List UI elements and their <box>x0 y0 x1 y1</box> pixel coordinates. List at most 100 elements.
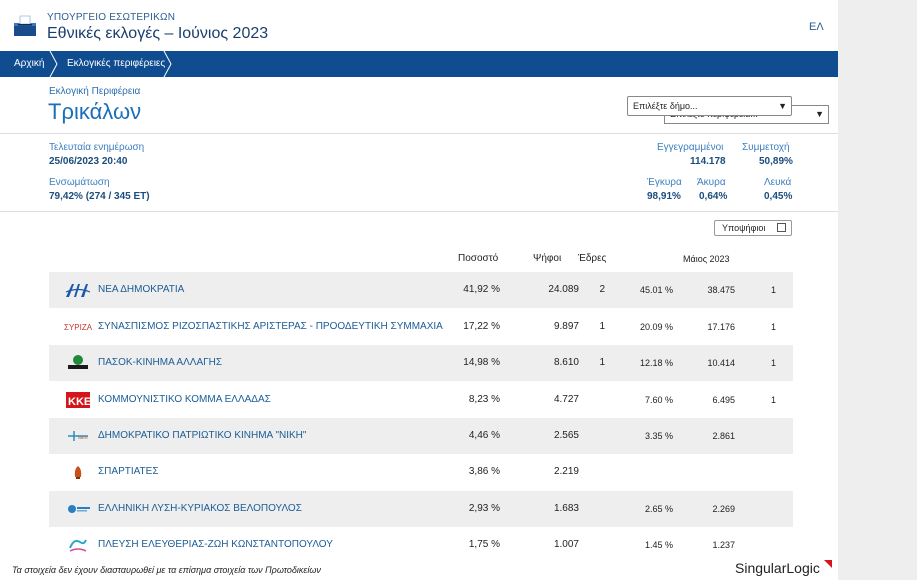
may-seats: 1 <box>770 395 776 405</box>
vote-percent: 17,22 % <box>463 321 500 332</box>
table-row[interactable]: ΠΛΕΥΣΗ ΕΛΕΥΘΕΡΙΑΣ-ΖΩΗ ΚΩΝΣΤΑΝΤΟΠΟΥΛΟΥ 1,… <box>49 527 793 563</box>
turnout-label: Συμμετοχή <box>742 142 790 153</box>
may-votes: 2.269 <box>712 504 735 514</box>
table-row[interactable]: ΝΕΑ ΔΗΜΟΚΡΑΤΙΑ 41,92 % 24.089 2 45.01 % … <box>49 272 793 308</box>
party-name[interactable]: ΝΕΑ ΔΗΜΟΚΡΑΤΙΑ <box>98 284 184 295</box>
region-label: Εκλογική Περιφέρεια <box>49 86 141 97</box>
vote-count: 1.007 <box>553 539 579 550</box>
page-title: Εθνικές εκλογές – Ιούνιος 2023 <box>47 25 269 42</box>
header-may-2023: Μάιος 2023 <box>683 254 730 264</box>
vote-percent: 8,23 % <box>468 394 500 405</box>
turnout-value: 50,89% <box>759 156 793 167</box>
may-percent: 7.60 % <box>644 395 673 405</box>
blank-value: 0,45% <box>764 191 793 202</box>
divider <box>0 211 838 212</box>
seat-count: 1 <box>599 357 605 368</box>
svg-text:ΣΥΡΙΖΑ: ΣΥΡΙΖΑ <box>64 323 92 332</box>
party-name[interactable]: ΠΑΣΟΚ-ΚΙΝΗΜΑ ΑΛΛΑΓΗΣ <box>98 357 222 368</box>
region-name: Τρικάλων <box>48 99 142 124</box>
ballot-box-icon <box>14 15 36 36</box>
vote-count: 9.897 <box>553 321 579 332</box>
may-percent: 12.18 % <box>639 358 673 368</box>
vote-percent: 3,86 % <box>468 466 500 477</box>
page-frame: ΥΠΟΥΡΓΕΙΟ ΕΣΩΤΕΡΙΚΩΝ Εθνικές εκλογές – Ι… <box>0 0 838 580</box>
last-update-label: Τελευταία ενημέρωση <box>49 142 145 153</box>
may-votes: 1.237 <box>712 540 735 550</box>
header-seats: Έδρες <box>578 253 607 264</box>
may-seats: 1 <box>770 322 776 332</box>
breadcrumb-home[interactable]: Αρχική <box>14 51 44 77</box>
vote-count: 2.565 <box>553 430 579 441</box>
party-name[interactable]: ΣΥΝΑΣΠΙΣΜΟΣ ΡΙΖΟΣΠΑΣΤΙΚΗΣ ΑΡΙΣΤΕΡΑΣ - ΠΡ… <box>98 321 443 332</box>
chevron-down-icon: ▼ <box>815 109 824 119</box>
may-percent: 1.45 % <box>644 540 673 550</box>
candidates-checkbox[interactable] <box>777 223 786 232</box>
municipality-select-value: Επιλέξτε δήμο... <box>633 101 698 111</box>
vote-count: 24.089 <box>548 284 579 295</box>
ministry-label: ΥΠΟΥΡΓΕΙΟ ΕΣΩΤΕΡΙΚΩΝ <box>47 12 176 23</box>
seat-count: 2 <box>599 284 605 295</box>
party-name[interactable]: ΚΟΜΜΟΥΝΙΣΤΙΚΟ ΚΟΜΜΑ ΕΛΛΑΔΑΣ <box>98 394 271 405</box>
table-row[interactable]: ΕΛΛΗΝΙΚΗ ΛΥΣΗ-ΚΥΡΙΑΚΟΣ ΒΕΛΟΠΟΥΛΟΣ 2,93 %… <box>49 491 793 527</box>
vote-percent: 1,75 % <box>468 539 500 550</box>
elliniki-lysi-logo-icon <box>68 505 90 513</box>
may-votes: 17.176 <box>707 322 735 332</box>
last-update-value: 25/06/2023 20:40 <box>49 156 128 167</box>
spartiates-logo-icon <box>74 466 82 479</box>
table-row[interactable]: ΚΚΕ ΚΟΜΜΟΥΝΙΣΤΙΚΟ ΚΟΜΜΑ ΕΛΛΑΔΑΣ 8,23 % 4… <box>49 382 793 418</box>
plefsi-logo-icon <box>69 539 87 552</box>
table-row[interactable]: ΝΙΚΗ ΔΗΜΟΚΡΑΤΙΚΟ ΠΑΤΡΙΩΤΙΚΟ ΚΙΝΗΜΑ "ΝΙΚΗ… <box>49 418 793 454</box>
may-percent: 3.35 % <box>644 431 673 441</box>
party-name[interactable]: ΠΛΕΥΣΗ ΕΛΕΥΘΕΡΙΑΣ-ΖΩΗ ΚΩΝΣΤΑΝΤΟΠΟΥΛΟΥ <box>98 539 333 550</box>
pasok-logo-icon <box>68 355 88 369</box>
breadcrumb-regions[interactable]: Εκλογικές περιφέρειες <box>67 51 165 77</box>
seat-count: 1 <box>599 321 605 332</box>
may-votes: 10.414 <box>707 358 735 368</box>
invalid-value: 0,64% <box>699 191 728 202</box>
may-votes: 2.861 <box>712 431 735 441</box>
municipality-select[interactable]: Επιλέξτε δήμο... ▼ <box>627 96 792 116</box>
brand-mark-icon <box>823 560 832 568</box>
side-panel <box>838 0 917 580</box>
integration-label: Ενσωμάτωση <box>49 177 110 188</box>
vote-count: 4.727 <box>553 394 579 405</box>
disclaimer-note: Τα στοιχεία δεν έχουν διασταυρωθεί με τα… <box>12 565 321 575</box>
may-percent: 20.09 % <box>639 322 673 332</box>
svg-text:ΚΚΕ: ΚΚΕ <box>68 396 91 408</box>
candidates-toggle-label: Υποψήφιοι <box>722 223 766 233</box>
valid-value: 98,91% <box>647 191 681 202</box>
party-name[interactable]: ΔΗΜΟΚΡΑΤΙΚΟ ΠΑΤΡΙΩΤΙΚΟ ΚΙΝΗΜΑ "ΝΙΚΗ" <box>98 430 306 441</box>
may-seats: 1 <box>770 285 776 295</box>
header-votes: Ψήφοι <box>533 253 562 264</box>
vote-count: 2.219 <box>553 466 579 477</box>
invalid-label: Άκυρα <box>697 177 726 188</box>
blank-label: Λευκά <box>764 177 792 188</box>
registered-value: 114.178 <box>690 156 726 167</box>
site-header: ΥΠΟΥΡΓΕΙΟ ΕΣΩΤΕΡΙΚΩΝ Εθνικές εκλογές – Ι… <box>0 0 838 50</box>
vote-percent: 14,98 % <box>463 357 500 368</box>
breadcrumb: Αρχική Εκλογικές περιφέρειες Επιλέξτε πε… <box>0 51 838 124</box>
candidates-toggle[interactable]: Υποψήφιοι <box>714 220 792 236</box>
table-row[interactable]: ΣΠΑΡΤΙΑΤΕΣ 3,86 % 2.219 <box>49 454 793 490</box>
table-row[interactable]: ΣΥΡΙΖΑ ΣΥΝΑΣΠΙΣΜΟΣ ΡΙΖΟΣΠΑΣΤΙΚΗΣ ΑΡΙΣΤΕΡ… <box>49 309 793 345</box>
vote-percent: 2,93 % <box>468 503 500 514</box>
may-votes: 38.475 <box>707 285 735 295</box>
may-percent: 2.65 % <box>644 504 673 514</box>
may-votes: 6.495 <box>712 395 735 405</box>
party-name[interactable]: ΕΛΛΗΝΙΚΗ ΛΥΣΗ-ΚΥΡΙΑΚΟΣ ΒΕΛΟΠΟΥΛΟΣ <box>98 503 302 514</box>
divider <box>0 133 838 134</box>
vote-count: 1.683 <box>553 503 579 514</box>
brand-name: SingularLogic <box>735 560 820 576</box>
kke-logo-icon: ΚΚΕ <box>66 392 91 408</box>
language-switch[interactable]: ΕΛ <box>809 21 824 33</box>
may-seats: 1 <box>770 358 776 368</box>
valid-label: Έγκυρα <box>647 177 682 188</box>
table-row[interactable]: ΠΑΣΟΚ-ΚΙΝΗΜΑ ΑΛΛΑΓΗΣ 14,98 % 8.610 1 12.… <box>49 345 793 381</box>
vote-percent: 4,46 % <box>468 430 500 441</box>
party-name[interactable]: ΣΠΑΡΤΙΑΤΕΣ <box>98 466 159 477</box>
vote-count: 8.610 <box>553 357 579 368</box>
syriza-logo-icon: ΣΥΡΙΖΑ <box>64 323 92 332</box>
niki-logo-icon: ΝΙΚΗ <box>68 431 88 441</box>
nd-logo-icon <box>65 284 91 297</box>
registered-label: Εγγεγραμμένοι <box>657 142 724 153</box>
